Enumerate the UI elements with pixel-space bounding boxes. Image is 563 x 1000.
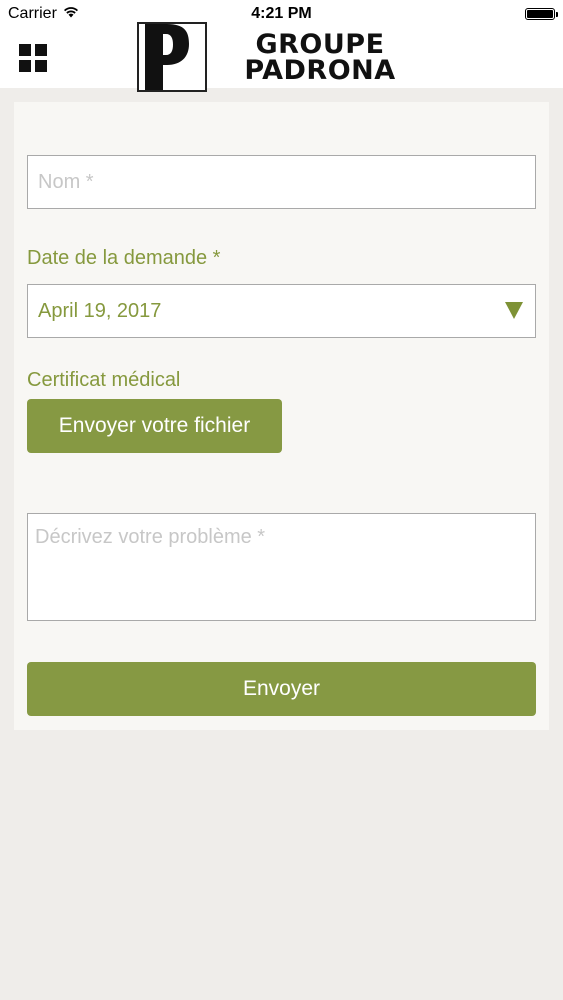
- grid-cell: [35, 44, 47, 56]
- logo-p-icon: [145, 24, 189, 90]
- upload-file-button[interactable]: Envoyer votre fichier: [27, 399, 282, 453]
- date-select[interactable]: April 19, 2017: [27, 284, 536, 338]
- status-bar: Carrier 4:21 PM: [0, 0, 563, 30]
- problem-textarea[interactable]: [27, 513, 536, 621]
- grid-cell: [35, 60, 47, 72]
- logo-mark: [137, 22, 207, 92]
- logo-line-2: PADRONA: [244, 55, 396, 86]
- date-label: Date de la demande *: [27, 247, 221, 269]
- status-time: 4:21 PM: [251, 5, 312, 22]
- app-header: GROUPE PADRONA: [0, 22, 563, 92]
- grid-cell: [19, 44, 31, 56]
- dropdown-arrow-icon: [505, 302, 523, 319]
- submit-button[interactable]: Envoyer: [27, 662, 536, 716]
- grid-menu-icon[interactable]: [19, 44, 47, 72]
- battery-icon: [525, 8, 558, 20]
- nom-input[interactable]: [27, 155, 536, 209]
- certificat-label: Certificat médical: [27, 369, 181, 391]
- form-card: Date de la demande * April 19, 2017 Cert…: [14, 102, 549, 730]
- grid-cell: [19, 60, 31, 72]
- date-value: April 19, 2017: [38, 299, 162, 322]
- logo-wordmark: GROUPE PADRONA: [220, 31, 420, 86]
- battery-fill: [527, 10, 553, 18]
